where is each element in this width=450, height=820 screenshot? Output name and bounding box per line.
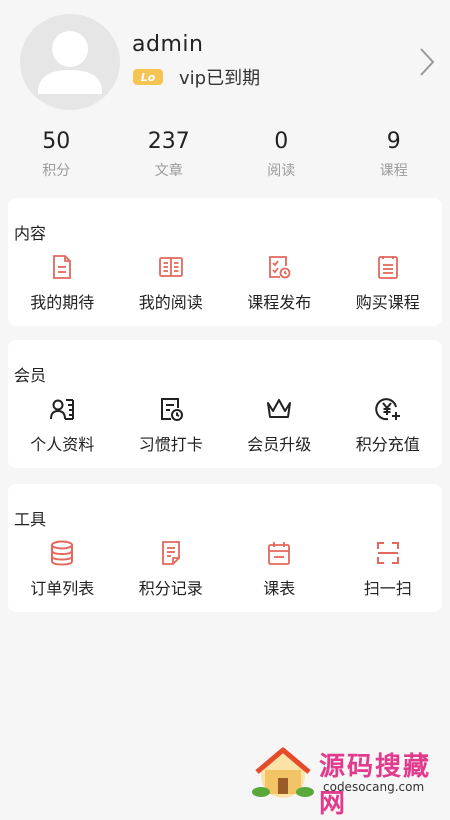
menu-item-buy-courses[interactable]: 购买课程: [334, 253, 443, 313]
stat-articles[interactable]: 237 文章: [113, 126, 226, 186]
menu-item-label: 积分记录: [117, 575, 226, 599]
menu-item-habit-checkin[interactable]: 习惯打卡: [117, 395, 226, 455]
menu-item-label: 个人资料: [8, 431, 117, 455]
vip-badge-icon: Lo: [133, 69, 163, 85]
menu-item-my-expectations[interactable]: 我的期待: [8, 253, 117, 313]
menu-item-label: 订单列表: [8, 575, 117, 599]
record-doc-icon: [157, 539, 185, 567]
menu-item-member-upgrade[interactable]: 会员升级: [225, 395, 334, 455]
menu-item-label: 会员升级: [225, 431, 334, 455]
yen-plus-icon: [374, 395, 402, 423]
member-section: 会员 个人资料 习惯打卡: [8, 340, 442, 468]
house-logo-icon: [247, 742, 317, 800]
profile-header[interactable]: admin Lo vip已到期: [0, 0, 450, 120]
stat-label: 积分: [0, 160, 113, 180]
stat-value: 237: [113, 126, 226, 158]
menu-item-label: 我的阅读: [117, 289, 226, 313]
watermark-url: codesocang.com: [323, 780, 424, 794]
stat-label: 文章: [113, 160, 226, 180]
document-icon: [48, 253, 76, 281]
vip-status-row: Lo vip已到期: [133, 64, 260, 90]
scan-icon: [374, 539, 402, 567]
section-title: 工具: [14, 506, 46, 530]
clock-document-icon: [157, 395, 185, 423]
avatar[interactable]: [20, 14, 120, 110]
menu-item-label: 购买课程: [334, 289, 443, 313]
open-book-icon: [157, 253, 185, 281]
watermark: 源码搜藏网 codesocang.com: [247, 742, 450, 800]
menu-item-timetable[interactable]: 课表: [225, 539, 334, 599]
menu-item-label: 习惯打卡: [117, 431, 226, 455]
stat-label: 课程: [338, 160, 450, 180]
calendar-icon: [265, 539, 293, 567]
stat-points[interactable]: 50 积分: [0, 126, 113, 186]
chevron-right-icon[interactable]: [418, 46, 436, 78]
crown-icon: [265, 395, 293, 423]
content-section: 内容 我的期待 我的阅读: [8, 198, 442, 326]
menu-item-order-list[interactable]: 订单列表: [8, 539, 117, 599]
section-title: 会员: [14, 362, 46, 386]
stats-row: 50 积分 237 文章 0 阅读 9 课程: [0, 126, 450, 186]
tools-section: 工具 订单列表 积分记录: [8, 484, 442, 612]
menu-item-label: 扫一扫: [334, 575, 443, 599]
menu-item-label: 课程发布: [225, 289, 334, 313]
checklist-clock-icon: [265, 253, 293, 281]
stat-label: 阅读: [225, 160, 338, 180]
menu-item-points-recharge[interactable]: 积分充值: [334, 395, 443, 455]
menu-item-label: 积分充值: [334, 431, 443, 455]
menu-item-scan[interactable]: 扫一扫: [334, 539, 443, 599]
menu-item-my-reading[interactable]: 我的阅读: [117, 253, 226, 313]
list-doc-icon: [374, 253, 402, 281]
menu-item-course-publish[interactable]: 课程发布: [225, 253, 334, 313]
stat-value: 0: [225, 126, 338, 158]
stat-value: 9: [338, 126, 450, 158]
user-avatar-icon: [20, 14, 120, 110]
database-icon: [48, 539, 76, 567]
section-title: 内容: [14, 220, 46, 244]
stat-reads[interactable]: 0 阅读: [225, 126, 338, 186]
stat-courses[interactable]: 9 课程: [338, 126, 450, 186]
menu-item-profile[interactable]: 个人资料: [8, 395, 117, 455]
vip-status-text: vip已到期: [179, 64, 260, 90]
menu-item-label: 课表: [225, 575, 334, 599]
username: admin: [132, 32, 203, 57]
menu-item-label: 我的期待: [8, 289, 117, 313]
stat-value: 50: [0, 126, 113, 158]
menu-item-points-record[interactable]: 积分记录: [117, 539, 226, 599]
profile-card-icon: [48, 395, 76, 423]
